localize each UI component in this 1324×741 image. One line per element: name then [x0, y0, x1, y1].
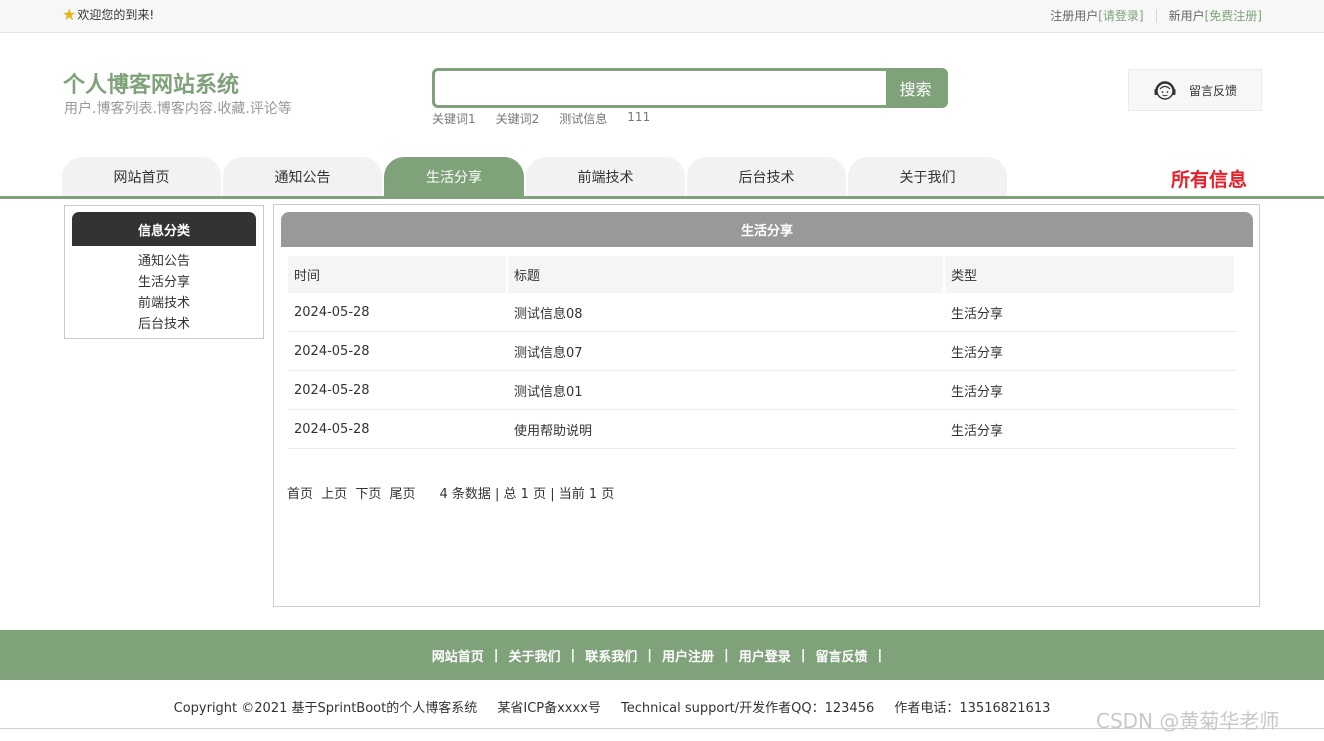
- feedback-label: 留言反馈: [1189, 83, 1238, 98]
- footer-separator: |: [877, 647, 883, 663]
- nav-underline: [0, 196, 1324, 199]
- content-panel: 生活分享 时间 标题 类型 2024-05-28 测试信息08 生活分享 202…: [273, 204, 1260, 607]
- pager-prev[interactable]: 上页: [321, 487, 347, 502]
- search-keywords: 关键词1 关键词2 测试信息 111: [432, 110, 650, 127]
- feedback-button[interactable]: 留言反馈: [1128, 69, 1262, 111]
- footer-link-feedback[interactable]: 留言反馈: [816, 646, 868, 665]
- cell-time: 2024-05-28: [294, 304, 370, 320]
- sidebar-item-backend[interactable]: 后台技术: [65, 314, 263, 335]
- table-row: 2024-05-28 使用帮助说明 生活分享: [288, 410, 1236, 449]
- search-button[interactable]: 搜索: [886, 71, 945, 105]
- sidebar-item-frontend[interactable]: 前端技术: [65, 293, 263, 314]
- column-header-title: 标题: [508, 256, 945, 293]
- all-info-link[interactable]: 所有信息: [1171, 165, 1247, 192]
- pager-last[interactable]: 尾页: [389, 487, 415, 502]
- category-sidebar: 信息分类 通知公告 生活分享 前端技术 后台技术: [64, 205, 264, 339]
- footer-separator: |: [570, 647, 576, 663]
- keyword-link[interactable]: 111: [627, 110, 650, 127]
- site-title: 个人博客网站系统: [63, 73, 240, 98]
- welcome-message: ★ 欢迎您的到来!: [62, 6, 154, 23]
- footer-link-about[interactable]: 关于我们: [508, 646, 560, 665]
- sidebar-list: 通知公告 生活分享 前端技术 后台技术: [65, 251, 263, 335]
- register-link[interactable]: [免费注册]: [1205, 7, 1262, 24]
- keyword-link[interactable]: 关键词1: [432, 110, 476, 127]
- table-header: 时间 标题 类型: [288, 256, 1236, 293]
- cell-type: 生活分享: [951, 306, 1004, 322]
- top-links: 注册用户 [请登录] 新用户 [免费注册]: [1050, 7, 1262, 24]
- register-prefix: 新用户: [1168, 9, 1205, 23]
- info-table: 时间 标题 类型 2024-05-28 测试信息08 生活分享 2024-05-…: [288, 256, 1236, 449]
- pager-next[interactable]: 下页: [355, 487, 381, 502]
- footer-nav: 网站首页 | 关于我们 | 联系我们 | 用户注册 | 用户登录 | 留言反馈 |: [0, 630, 1324, 680]
- phone-text: 作者电话：13516821613: [894, 701, 1051, 716]
- watermark: CSDN @黄菊华老师: [1096, 709, 1280, 733]
- cell-title-link[interactable]: 测试信息08: [508, 303, 945, 322]
- support-text: Technical support/开发作者QQ：123456: [621, 701, 875, 716]
- star-icon: ★: [62, 4, 77, 24]
- nav-item-home[interactable]: 网站首页: [62, 157, 221, 197]
- footer-separator: |: [724, 647, 729, 663]
- nav-item-frontend[interactable]: 前端技术: [526, 157, 685, 197]
- table-row: 2024-05-28 测试信息07 生活分享: [288, 332, 1236, 371]
- cell-title-link[interactable]: 使用帮助说明: [508, 420, 945, 439]
- main-nav: 网站首页 通知公告 生活分享 前端技术 后台技术 关于我们: [62, 157, 1007, 197]
- footer-link-register[interactable]: 用户注册: [662, 646, 714, 665]
- column-header-time: 时间: [288, 256, 508, 293]
- cell-time: 2024-05-28: [294, 343, 370, 359]
- footer-link-contact[interactable]: 联系我们: [585, 646, 637, 665]
- table-row: 2024-05-28 测试信息08 生活分享: [288, 293, 1236, 332]
- nav-item-notice[interactable]: 通知公告: [223, 157, 382, 197]
- pagination: 首页 上页 下页 尾页 4 条数据 | 总 1 页 | 当前 1 页: [287, 483, 614, 502]
- footer-link-home[interactable]: 网站首页: [432, 646, 484, 665]
- sidebar-item-life[interactable]: 生活分享: [65, 272, 263, 293]
- panel-title: 生活分享: [281, 212, 1253, 247]
- cell-title-link[interactable]: 测试信息07: [508, 342, 945, 361]
- login-link[interactable]: [请登录]: [1098, 7, 1143, 24]
- search-input[interactable]: [435, 71, 886, 105]
- headset-icon: [1154, 81, 1176, 100]
- table-row: 2024-05-28 测试信息01 生活分享: [288, 371, 1236, 410]
- divider: [1155, 8, 1157, 23]
- footer-separator: |: [493, 647, 499, 663]
- top-bar: ★ 欢迎您的到来! 注册用户 [请登录] 新用户 [免费注册]: [0, 0, 1324, 33]
- sidebar-title: 信息分类: [72, 212, 256, 246]
- nav-item-about[interactable]: 关于我们: [848, 157, 1007, 197]
- site-subtitle: 用户.博客列表.博客内容.收藏.评论等: [64, 101, 292, 117]
- icp-text: 某省ICP备xxxx号: [497, 701, 601, 716]
- cell-type: 生活分享: [951, 423, 1004, 439]
- footer-separator: |: [647, 647, 652, 663]
- cell-type: 生活分享: [951, 384, 1004, 400]
- sidebar-item-notice[interactable]: 通知公告: [65, 251, 263, 272]
- column-header-type: 类型: [945, 256, 1236, 293]
- cell-title-link[interactable]: 测试信息01: [508, 381, 945, 400]
- nav-item-life[interactable]: 生活分享: [384, 157, 524, 197]
- pager-first[interactable]: 首页: [287, 487, 313, 502]
- cell-time: 2024-05-28: [294, 421, 370, 437]
- keyword-link[interactable]: 测试信息: [559, 110, 607, 127]
- copyright-text: Copyright ©2021 基于SprintBoot的个人博客系统: [173, 701, 478, 716]
- search-box: 搜索: [432, 68, 948, 108]
- pager-info: 4 条数据 | 总 1 页 | 当前 1 页: [439, 487, 615, 502]
- keyword-link[interactable]: 关键词2: [496, 110, 540, 127]
- cell-type: 生活分享: [951, 345, 1004, 361]
- welcome-text: 欢迎您的到来!: [77, 8, 155, 22]
- cell-time: 2024-05-28: [294, 382, 370, 398]
- footer-separator: |: [800, 647, 806, 663]
- footer-link-login[interactable]: 用户登录: [739, 646, 791, 665]
- nav-item-backend[interactable]: 后台技术: [687, 157, 846, 197]
- login-prefix: 注册用户: [1050, 9, 1099, 23]
